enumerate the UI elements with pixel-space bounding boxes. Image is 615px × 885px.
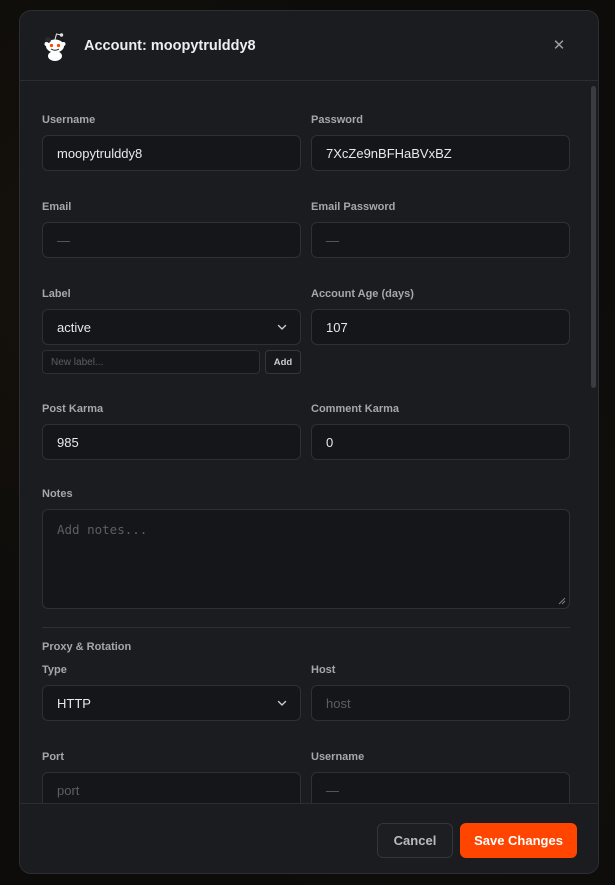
proxy-type-select[interactable]: HTTP	[42, 685, 301, 721]
notes-label: Notes	[42, 488, 73, 500]
proxy-username-input[interactable]: —	[311, 772, 570, 804]
password-input[interactable]: 7XcZe9nBFHaBVxBZ	[311, 135, 570, 171]
email-input[interactable]: —	[42, 222, 301, 258]
modal-footer: Cancel Save Changes	[20, 803, 598, 873]
label-select-value: active	[57, 319, 91, 335]
save-changes-button[interactable]: Save Changes	[460, 823, 577, 858]
chevron-down-icon	[277, 324, 287, 330]
proxy-host-input[interactable]: host	[311, 685, 570, 721]
email-label: Email	[42, 201, 72, 213]
notes-textarea[interactable]: Add notes...	[42, 509, 570, 609]
account-age-input[interactable]: 107	[311, 309, 570, 345]
comment-karma-label: Comment Karma	[311, 403, 400, 415]
cancel-button[interactable]: Cancel	[377, 823, 453, 858]
modal-title: Account: moopytrulddy8	[84, 37, 256, 54]
label-select[interactable]: active	[42, 309, 301, 345]
chevron-down-icon	[277, 700, 287, 706]
proxy-type-label: Type	[42, 664, 67, 676]
add-label-button[interactable]: Add	[265, 350, 301, 374]
modal-header: Account: moopytrulddy8 ✕	[20, 11, 598, 81]
account-age-label: Account Age (days)	[311, 288, 414, 300]
post-karma-label: Post Karma	[42, 403, 104, 415]
proxy-host-label: Host	[311, 664, 336, 676]
email-password-input[interactable]: —	[311, 222, 570, 258]
post-karma-input[interactable]: 985	[42, 424, 301, 460]
account-modal: Account: moopytrulddy8 ✕ Username moopyt…	[19, 10, 599, 874]
resize-grip-icon[interactable]	[558, 597, 566, 605]
new-label-input[interactable]: New label...	[42, 350, 260, 374]
section-divider	[42, 627, 570, 628]
proxy-section-title: Proxy & Rotation	[42, 641, 132, 653]
proxy-username-label: Username	[311, 751, 365, 763]
label-field-label: Label	[42, 288, 71, 300]
username-label: Username	[42, 114, 96, 126]
scrollbar-thumb[interactable]	[591, 86, 596, 388]
modal-body[interactable]: Username moopytrulddy8 Password 7XcZe9nB…	[20, 82, 598, 804]
proxy-type-value: HTTP	[57, 695, 91, 711]
close-icon[interactable]: ✕	[550, 37, 568, 55]
reddit-snoo-icon	[40, 31, 70, 61]
email-password-label: Email Password	[311, 201, 396, 213]
proxy-port-input[interactable]: port	[42, 772, 301, 804]
username-input[interactable]: moopytrulddy8	[42, 135, 301, 171]
proxy-port-label: Port	[42, 751, 64, 763]
notes-placeholder: Add notes...	[57, 522, 148, 537]
comment-karma-input[interactable]: 0	[311, 424, 570, 460]
password-label: Password	[311, 114, 363, 126]
